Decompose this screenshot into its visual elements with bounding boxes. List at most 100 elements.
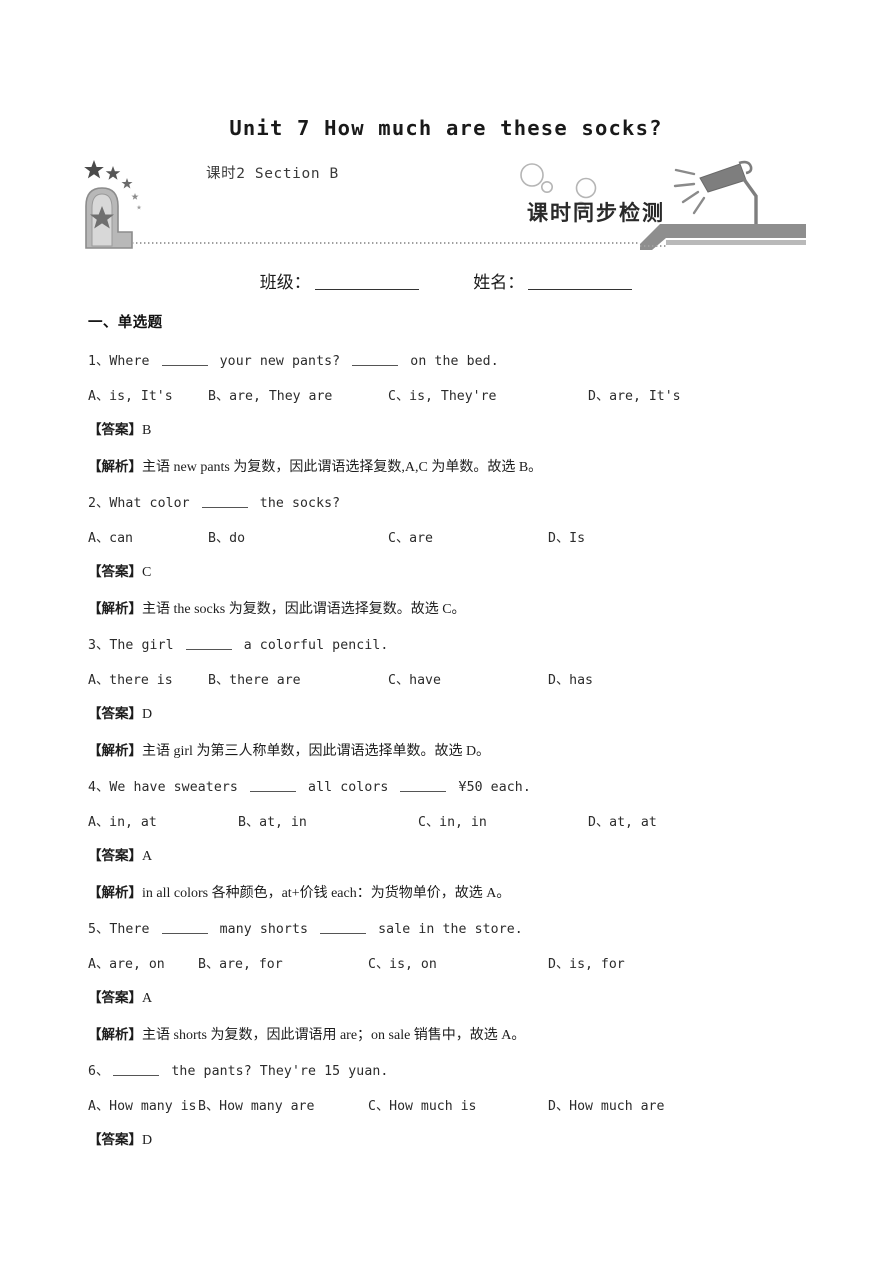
answer-line: 【答案】D xyxy=(88,1128,828,1149)
option-c[interactable]: C、is, They're xyxy=(388,385,496,404)
answer-value: C xyxy=(142,565,152,580)
option-c[interactable]: C、is, on xyxy=(368,953,437,972)
name-field-blank[interactable] xyxy=(528,274,633,290)
option-b[interactable]: B、at, in xyxy=(238,811,307,830)
answer-value: A xyxy=(142,991,153,1006)
class-field-blank[interactable] xyxy=(314,274,419,290)
question-block: 2、What color the socks? A、can B、do C、are D、… xyxy=(88,492,828,618)
option-b[interactable]: B、there are xyxy=(208,669,301,688)
option-c[interactable]: C、in, in xyxy=(418,811,487,830)
option-b[interactable]: B、do xyxy=(208,527,245,546)
option-b[interactable]: B、are, They are xyxy=(208,385,332,404)
class-field: 班级： xyxy=(260,268,419,293)
decorative-banner: 课时同步检测 xyxy=(80,158,806,250)
option-row: A、How many is B、How many are C、How much is… xyxy=(88,1095,828,1114)
analysis-line: 【解析】主语 girl 为第三人称单数，因此谓语选择单数。故选 D。 xyxy=(88,739,828,760)
question-stem-mid: the pants? They're 15 yuan. xyxy=(163,1064,389,1079)
analysis-tag: 【解析】 xyxy=(88,601,142,617)
answer-line: 【答案】D xyxy=(88,702,828,723)
question-stem: 2、What color the socks? xyxy=(88,492,828,511)
analysis-tag: 【解析】 xyxy=(88,459,142,475)
answer-value: A xyxy=(142,849,153,864)
class-field-label: 班级： xyxy=(259,273,311,292)
option-a[interactable]: A、How many is xyxy=(88,1095,196,1114)
answer-blank[interactable] xyxy=(185,638,232,650)
question-block: 6、 the pants? They're 15 yuan. A、How man… xyxy=(88,1060,828,1149)
answer-blank[interactable] xyxy=(400,780,447,792)
question-content: 一、单选题 1、Where your new pants? on the bed… xyxy=(88,311,828,1165)
desk-base xyxy=(640,224,806,250)
analysis-tag: 【解析】 xyxy=(88,885,142,901)
name-field-label: 姓名： xyxy=(473,273,525,292)
answer-blank[interactable] xyxy=(320,922,367,934)
option-d[interactable]: D、has xyxy=(548,669,593,688)
question-block: 5、There many shorts sale in the store. A、… xyxy=(88,918,828,1044)
option-b[interactable]: B、How many are xyxy=(198,1095,314,1114)
answer-value: D xyxy=(142,1133,153,1148)
question-stem-mid: the socks? xyxy=(251,496,341,511)
section-heading: 一、单选题 xyxy=(88,315,163,331)
option-b[interactable]: B、are, for xyxy=(198,953,283,972)
answer-blank[interactable] xyxy=(250,780,296,792)
option-c[interactable]: C、How much is xyxy=(368,1095,476,1114)
question-stem: 4、We have sweaters all colors ¥50 each. xyxy=(88,776,828,795)
analysis-line: 【解析】主语 shorts 为复数，因此谓语用 are；on sale 销售中，… xyxy=(88,1023,828,1044)
question-stem-pre: 1、Where xyxy=(88,354,158,369)
desk-lamp-icon xyxy=(673,160,758,224)
option-a[interactable]: A、in, at xyxy=(88,811,157,830)
name-field: 姓名： xyxy=(473,268,633,293)
question-stem-mid: many shorts xyxy=(211,922,317,937)
question-stem: 3、The girl a colorful pencil. xyxy=(88,634,828,653)
banner-label: 课时同步检测 xyxy=(527,201,665,225)
option-d[interactable]: D、are, It's xyxy=(588,385,681,404)
option-row: A、are, on B、are, for C、is, on D、is, for xyxy=(88,953,828,972)
option-row: A、there is B、there are C、have D、has xyxy=(88,669,828,688)
answer-blank[interactable] xyxy=(201,496,248,508)
option-d[interactable]: D、Is xyxy=(548,527,585,546)
option-row: A、can B、do C、are D、Is xyxy=(88,527,828,546)
page-title: Unit 7 How much are these socks? xyxy=(229,116,663,140)
answer-value: B xyxy=(142,423,152,438)
answer-tag: 【答案】 xyxy=(88,706,142,722)
question-stem-mid: your new pants? xyxy=(211,354,349,369)
answer-tag: 【答案】 xyxy=(88,422,142,438)
option-d[interactable]: D、is, for xyxy=(548,953,625,972)
question-stem-post: ¥50 each. xyxy=(450,780,531,795)
answer-value: D xyxy=(142,707,153,722)
answer-tag: 【答案】 xyxy=(88,564,142,580)
answer-tag: 【答案】 xyxy=(88,990,142,1006)
analysis-text: in all colors 各种颜色，at+价钱 each：为货物单价，故选 A… xyxy=(142,886,511,901)
analysis-tag: 【解析】 xyxy=(88,1027,142,1043)
answer-blank[interactable] xyxy=(352,354,399,366)
answer-blank[interactable] xyxy=(161,922,208,934)
option-a[interactable]: A、are, on xyxy=(88,953,165,972)
question-stem-mid: all colors xyxy=(300,780,397,795)
answer-line: 【答案】A xyxy=(88,844,828,865)
question-stem-post: sale in the store. xyxy=(370,922,523,937)
answer-line: 【答案】A xyxy=(88,986,828,1007)
analysis-text: 主语 new pants 为复数，因此谓语选择复数,A,C 为单数。故选 B。 xyxy=(142,460,543,475)
question-block: 4、We have sweaters all colors ¥50 each. A… xyxy=(88,776,828,902)
answer-blank[interactable] xyxy=(113,1064,160,1076)
analysis-text: 主语 shorts 为复数，因此谓语用 are；on sale 销售中，故选 A… xyxy=(142,1028,526,1043)
option-row: A、in, at B、at, in C、in, in D、at, at xyxy=(88,811,828,830)
question-list: 1、Where your new pants? on the bed. A、is,… xyxy=(88,350,828,1149)
option-c[interactable]: C、have xyxy=(388,669,441,688)
question-block: 1、Where your new pants? on the bed. A、is,… xyxy=(88,350,828,476)
option-a[interactable]: A、can xyxy=(88,527,133,546)
answer-blank[interactable] xyxy=(161,354,208,366)
question-stem-pre: 6、 xyxy=(88,1064,110,1079)
answer-tag: 【答案】 xyxy=(88,848,142,864)
option-c[interactable]: C、are xyxy=(388,527,433,546)
question-block: 3、The girl a colorful pencil. A、there is… xyxy=(88,634,828,760)
analysis-line: 【解析】主语 the socks 为复数，因此谓语选择复数。故选 C。 xyxy=(88,597,828,618)
question-stem-mid: a colorful pencil. xyxy=(235,638,389,653)
option-a[interactable]: A、is, It's xyxy=(88,385,173,404)
question-stem: 5、There many shorts sale in the store. xyxy=(88,918,828,937)
question-stem-pre: 5、There xyxy=(88,922,158,937)
option-a[interactable]: A、there is xyxy=(88,669,173,688)
option-d[interactable]: D、at, at xyxy=(588,811,657,830)
question-stem: 1、Where your new pants? on the bed. xyxy=(88,350,828,369)
question-stem-pre: 4、We have sweaters xyxy=(88,780,246,795)
option-d[interactable]: D、How much are xyxy=(548,1095,664,1114)
